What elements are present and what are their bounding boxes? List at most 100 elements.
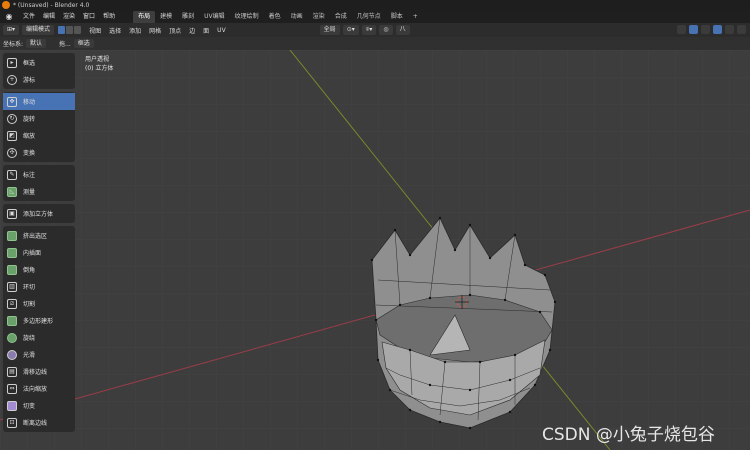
tool-shrink-fatten[interactable]: ⇔ 法向缩放 <box>3 380 75 397</box>
3d-viewport[interactable] <box>0 50 750 450</box>
menu-add[interactable]: 添加 <box>125 26 145 35</box>
poly-build-icon <box>7 315 17 326</box>
menu-mesh[interactable]: 网格 <box>145 26 165 35</box>
move-icon: ✥ <box>7 96 17 107</box>
title-bar: * (Unsaved) - Blender 4.0 <box>0 0 750 10</box>
watermark: CSDN @小兔子烧包谷 <box>542 425 715 445</box>
menu-help[interactable]: 帮助 <box>99 10 119 23</box>
tab-scripting[interactable]: 脚本 <box>386 11 408 23</box>
menu-window[interactable]: 窗口 <box>79 10 99 23</box>
menu-bar: ◉ 文件 编辑 渲染 窗口 帮助 布局 建模 雕刻 UV编辑 纹理绘制 着色 动… <box>0 10 750 23</box>
pencil-icon: ✎ <box>7 169 17 180</box>
tab-rendering[interactable]: 渲染 <box>308 11 330 23</box>
shading-solid-icon[interactable] <box>725 25 734 34</box>
viewport-info: 用户透视 (0) 立方体 <box>85 55 113 73</box>
tool-group-add: ▣ 添加立方体 <box>3 204 75 223</box>
rip-edge-icon: ⊡ <box>7 417 17 428</box>
menu-vertex[interactable]: 顶点 <box>165 26 185 35</box>
tool-scale[interactable]: ◩ 缩放 <box>3 127 75 144</box>
tab-texture-paint[interactable]: 纹理绘制 <box>230 11 264 23</box>
tool-group-annotate: ✎ 标注 ◺ 测量 <box>3 165 75 201</box>
select-box-icon: ▸ <box>7 57 17 68</box>
tool-annotate[interactable]: ✎ 标注 <box>3 166 75 183</box>
spin-icon <box>7 332 17 343</box>
vertex-select-icon[interactable] <box>58 26 66 34</box>
tab-compositing[interactable]: 合成 <box>330 11 352 23</box>
rotate-icon: ↻ <box>7 113 17 124</box>
tool-knife[interactable]: ⧄ 切割 <box>3 295 75 312</box>
coord-dropdown[interactable]: 默认 <box>26 39 47 48</box>
visibility-icon[interactable] <box>677 25 686 34</box>
tab-shading[interactable]: 着色 <box>264 11 286 23</box>
tool-smooth[interactable]: 光滑 <box>3 346 75 363</box>
tool-poly-build[interactable]: 多边形建形 <box>3 312 75 329</box>
viewport-header: ⊞▾ 编辑模式 视图 选择 添加 网格 顶点 边 面 UV 全局 ⊙▾ ⌾▾ ◎… <box>0 23 750 37</box>
workspace-tabs: 布局 建模 雕刻 UV编辑 纹理绘制 着色 动画 渲染 合成 几何节点 脚本 + <box>133 10 423 23</box>
tool-inset[interactable]: 内插面 <box>3 244 75 261</box>
add-cube-icon: ▣ <box>7 208 17 219</box>
menu-select[interactable]: 选择 <box>105 26 125 35</box>
extrude-icon <box>7 230 17 241</box>
editor-type-dropdown[interactable]: ⊞▾ <box>3 25 20 35</box>
edge-select-icon[interactable] <box>66 26 74 34</box>
scale-icon: ◩ <box>7 130 17 141</box>
tool-spin[interactable]: 旋绕 <box>3 329 75 346</box>
pivot-dropdown[interactable]: ⊙▾ <box>342 25 359 35</box>
tab-animation[interactable]: 动画 <box>286 11 308 23</box>
xray-toggle-icon[interactable] <box>713 25 722 34</box>
tool-loop-cut[interactable]: ▥ 环切 <box>3 278 75 295</box>
tool-move[interactable]: ✥ 移动 <box>3 93 75 110</box>
tool-shear[interactable]: 切变 <box>3 397 75 414</box>
orientation-dropdown[interactable]: 全局 <box>319 25 340 35</box>
tool-measure[interactable]: ◺ 测量 <box>3 183 75 200</box>
blender-logo-icon <box>2 1 10 9</box>
tool-rip-edge[interactable]: ⊡ 断离边线 <box>3 414 75 431</box>
face-select-icon[interactable] <box>74 26 82 34</box>
inset-icon <box>7 247 17 258</box>
tab-sculpting[interactable]: 雕刻 <box>177 11 199 23</box>
ruler-icon: ◺ <box>7 186 17 197</box>
select-mode-dropdown[interactable]: 框选 <box>73 39 94 48</box>
tab-geometry-nodes[interactable]: 几何节点 <box>352 11 386 23</box>
tab-uv-editing[interactable]: UV编辑 <box>199 11 230 23</box>
shading-options-icon[interactable] <box>737 25 746 34</box>
smooth-icon <box>7 349 17 360</box>
menu-render[interactable]: 渲染 <box>59 10 79 23</box>
menu-face[interactable]: 面 <box>199 26 213 35</box>
knife-icon: ⧄ <box>7 298 17 309</box>
tab-layout[interactable]: 布局 <box>133 10 156 23</box>
tool-shelf: ▸ 框选 + 游标 ✥ 移动 ↻ 旋转 ◩ 缩放 ✣ 变换 ✎ 标注 ◺ 测量 ▣ 添加立方体 挤… <box>3 53 75 435</box>
floor-grid <box>0 50 750 450</box>
coord-label: 坐标系: <box>3 41 24 48</box>
menu-view[interactable]: 视图 <box>85 26 105 35</box>
tool-add-cube[interactable]: ▣ 添加立方体 <box>3 205 75 222</box>
proportional-edit-toggle[interactable]: ◎ <box>379 25 393 35</box>
tool-box-select[interactable]: ▸ 框选 <box>3 54 75 71</box>
falloff-dropdown[interactable]: 八 <box>395 25 410 35</box>
tool-cursor[interactable]: + 游标 <box>3 71 75 88</box>
bevel-icon <box>7 264 17 275</box>
menu-file[interactable]: 文件 <box>19 10 39 23</box>
mode-dropdown[interactable]: 编辑模式 <box>22 25 55 35</box>
tool-group-mesh: 挤出选区 内插面 倒角 ▥ 环切 ⧄ 切割 多边形建形 旋绕 光滑 ▤ 滑移边线 ⇔ 法… <box>3 226 75 432</box>
tool-edge-slide[interactable]: ▤ 滑移边线 <box>3 363 75 380</box>
menu-edit[interactable]: 编辑 <box>39 10 59 23</box>
transform-icon: ✣ <box>7 147 17 158</box>
tool-extrude[interactable]: 挤出选区 <box>3 227 75 244</box>
menu-edge[interactable]: 边 <box>185 26 199 35</box>
overlay-icon[interactable] <box>701 25 710 34</box>
snap-toggle[interactable]: ⌾▾ <box>361 25 377 35</box>
shrink-fatten-icon: ⇔ <box>7 383 17 394</box>
tool-transform[interactable]: ✣ 变换 <box>3 144 75 161</box>
blender-menu-icon[interactable]: ◉ <box>3 12 15 22</box>
gizmo-toggle-icon[interactable] <box>689 25 698 34</box>
menu-uv[interactable]: UV <box>213 27 230 34</box>
loop-cut-icon: ▥ <box>7 281 17 292</box>
tool-bevel[interactable]: 倒角 <box>3 261 75 278</box>
tool-rotate[interactable]: ↻ 旋转 <box>3 110 75 127</box>
object-name: (0) 立方体 <box>85 65 114 72</box>
drag-label: 拖... <box>59 41 71 48</box>
tab-modeling[interactable]: 建模 <box>155 11 177 23</box>
add-workspace-button[interactable]: + <box>408 11 423 23</box>
tool-group-transform: ✥ 移动 ↻ 旋转 ◩ 缩放 ✣ 变换 <box>3 92 75 162</box>
